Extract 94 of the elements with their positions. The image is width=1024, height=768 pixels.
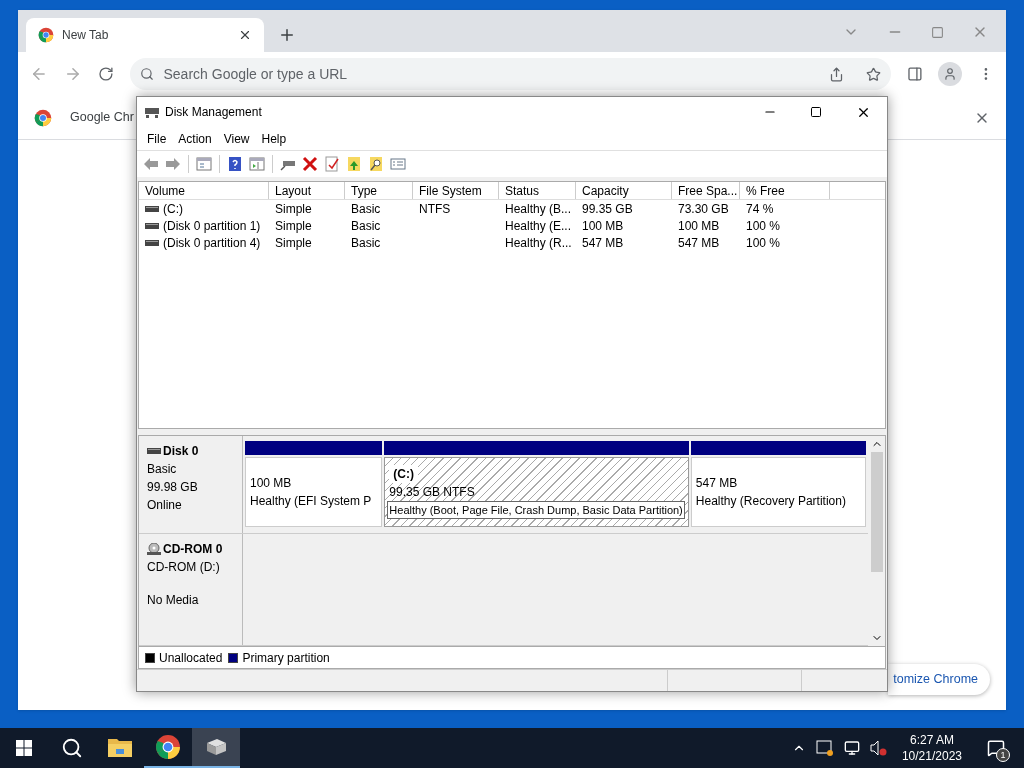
delete-icon[interactable] [300, 154, 320, 174]
column-header[interactable]: Capacity [576, 182, 672, 199]
table-cell-text: 100 % [746, 234, 781, 252]
profile-avatar[interactable] [938, 62, 963, 86]
table-cell-text: (C:) [163, 200, 183, 218]
app-icon [145, 106, 159, 118]
disk-label-panel[interactable]: CD-ROM 0 CD-ROM (D:) No Media [139, 534, 243, 645]
disk-label-panel[interactable]: Disk 0 Basic 99.98 GB Online [139, 436, 243, 533]
drive-icon [145, 221, 159, 230]
folder-icon [108, 737, 132, 757]
legend-label: Unallocated [159, 649, 223, 667]
scrollbar[interactable] [868, 436, 885, 646]
menu-item[interactable]: Action [172, 129, 218, 148]
partition-label: (C:) [389, 464, 418, 483]
chrome-logo-icon [34, 108, 52, 127]
table-cell-text: Healthy (R... [505, 234, 572, 252]
table-cell-text: 73.30 GB [678, 200, 729, 218]
search-icon [139, 67, 154, 81]
partition-block[interactable]: 547 MB Healthy (Recovery Partition) [690, 457, 866, 527]
table-cell-text: 100 MB [582, 217, 624, 235]
chrome-logo-icon [38, 27, 54, 43]
share-icon[interactable] [828, 66, 844, 82]
column-header[interactable]: File System [413, 182, 499, 199]
column-header[interactable]: Layout [269, 182, 345, 199]
notifications-icon[interactable] [987, 739, 1005, 757]
network-icon[interactable] [843, 740, 860, 756]
legend-label: Primary partition [242, 649, 330, 667]
disk-name: Disk 0 [163, 443, 199, 460]
table-cell-text: Simple [275, 200, 312, 218]
partition-status: Healthy (Boot, Page File, Crash Dump, Basic Data Partition) [387, 500, 685, 520]
table-cell-text: Healthy (E... [505, 217, 572, 235]
window-title: Disk Management [165, 104, 263, 121]
column-header[interactable]: % Free [740, 182, 830, 199]
disk-info: Basic [147, 461, 178, 478]
table-cell-text: Healthy (B... [505, 200, 572, 218]
column-header[interactable]: Status [499, 182, 576, 199]
disk-drive-icon [204, 737, 228, 757]
table-cell-text: Simple [275, 217, 312, 235]
reload-icon[interactable] [97, 66, 114, 82]
menu-item[interactable]: Help [255, 129, 293, 148]
menu-item[interactable]: View [217, 129, 256, 148]
taskbar-app[interactable] [192, 728, 240, 768]
table-cell-text: 99.35 GB [582, 200, 633, 218]
drive-icon [145, 238, 159, 247]
partition-status: Healthy (EFI System P [250, 493, 372, 510]
clock-time[interactable]: 6:27 AM [909, 732, 954, 748]
check-document-icon[interactable] [322, 154, 342, 174]
partition-size: 100 MB [250, 475, 293, 492]
partition-status: Healthy (Recovery Partition) [695, 493, 846, 510]
partition-block[interactable]: 100 MB Healthy (EFI System P [245, 457, 383, 527]
browser-tab[interactable]: New Tab [26, 18, 264, 52]
clock-date[interactable]: 10/21/2023 [901, 748, 962, 764]
partition-block[interactable]: (C:) 99.35 GB NTFS Healthy (Boot, Page File, Crash Dump, Basic Data Partition) [384, 457, 689, 527]
disk-info: CD-ROM (D:) [147, 559, 221, 576]
side-panel-icon[interactable] [906, 66, 923, 82]
menu-item[interactable]: File [141, 129, 173, 148]
table-cell-text: Basic [351, 234, 381, 252]
table-cell-text: 74 % [746, 200, 774, 218]
search-icon[interactable] [61, 737, 83, 759]
scrollbar-thumb[interactable] [870, 452, 883, 572]
disk-status: No Media [147, 592, 200, 609]
infobar-text: Google Chr [70, 109, 134, 127]
table-cell-text: 100 % [746, 217, 781, 235]
table-cell-text: 547 MB [582, 234, 624, 252]
table-cell-text: Basic [351, 217, 381, 235]
cd-drive-icon [147, 543, 161, 555]
bookmark-star-icon[interactable] [865, 66, 881, 82]
maximize-icon[interactable] [810, 106, 822, 118]
column-header[interactable]: Free Spa... [672, 182, 740, 199]
column-header[interactable]: Type [345, 182, 413, 199]
drive-icon [145, 204, 159, 213]
drive-icon [147, 447, 161, 455]
chrome-logo-icon [155, 734, 181, 760]
disk-info: 99.98 GB [147, 479, 199, 496]
table-cell-text: NTFS [419, 200, 451, 218]
sync-icon[interactable] [815, 740, 834, 756]
table-cell-text: (Disk 0 partition 4) [163, 234, 261, 252]
table-cell-text: 100 MB [678, 217, 720, 235]
muted-speaker-icon[interactable] [869, 740, 888, 756]
partition-size: 99.35 GB NTFS [389, 483, 476, 501]
partition-size: 547 MB [695, 475, 739, 492]
disk-name: CD-ROM 0 [163, 541, 223, 558]
notification-count: 1 [996, 748, 1010, 762]
table-cell-text: (Disk 0 partition 1) [163, 217, 261, 235]
table-cell-text: Basic [351, 200, 381, 218]
omnibox[interactable]: Search Google or type a URL [129, 58, 891, 90]
disk-info: Online [147, 497, 183, 514]
table-cell-text: Simple [275, 234, 312, 252]
column-header[interactable]: Volume [139, 182, 269, 199]
start-icon[interactable] [16, 740, 32, 756]
table-cell-text: 547 MB [678, 234, 720, 252]
customize-chrome-button[interactable]: tomize Chrome [888, 664, 990, 695]
close-icon[interactable] [238, 28, 252, 42]
new-tab-icon[interactable] [278, 26, 296, 44]
